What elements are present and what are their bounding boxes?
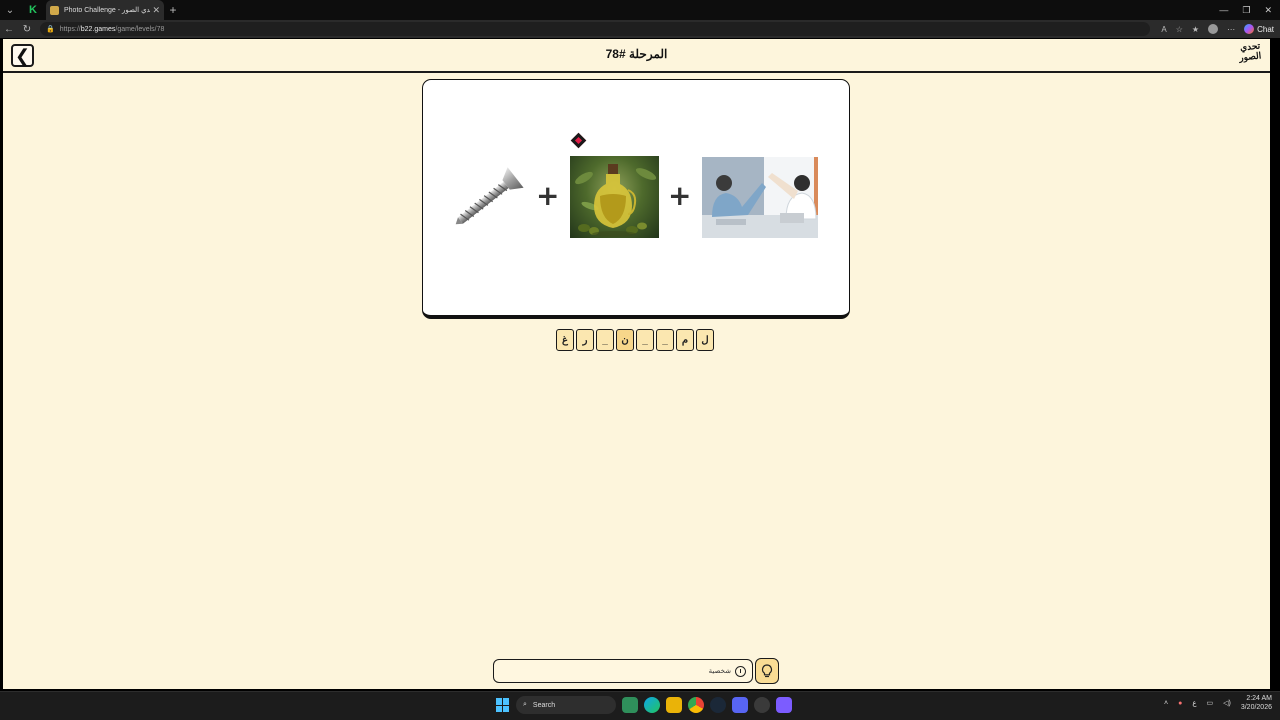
answer-tile[interactable]: _ (596, 329, 614, 351)
window-controls: — ❐ ✕ (1219, 0, 1272, 20)
network-icon[interactable]: ▭ (1207, 699, 1214, 707)
minimize-icon[interactable]: — (1219, 5, 1228, 15)
lock-icon: 🔒 (46, 26, 55, 33)
page-header: ❮ المرحلة #78 تحدي الصور (3, 39, 1270, 73)
app-icon[interactable] (776, 697, 792, 713)
url-path: /game/levels/78 (115, 25, 165, 33)
url-domain: b22.games (80, 25, 116, 33)
answer-tile[interactable]: ن (616, 329, 634, 351)
copilot-chat-button[interactable]: Chat (1244, 24, 1274, 34)
answer-tiles: ل م _ _ ن _ ر غ (556, 329, 714, 351)
plus-icon: + (536, 179, 560, 212)
favorites-icon[interactable]: ★ (1192, 25, 1199, 34)
date: 3/20/2026 (1240, 704, 1272, 711)
k-app-icon[interactable]: K (20, 0, 46, 20)
volume-icon[interactable]: ◁) (1223, 699, 1231, 707)
language-indicator[interactable]: ع (1192, 699, 1196, 707)
screw-icon (455, 167, 524, 225)
favorite-star-icon[interactable]: ☆ (1176, 25, 1183, 34)
windows-taskbar: ⌕ Search ˄ ● ع ▭ ◁) 2:24 AM 3/20/2026 (0, 691, 1280, 720)
answer-tile[interactable]: ل (696, 329, 714, 351)
copilot-icon (1244, 24, 1255, 34)
steam-icon[interactable] (710, 697, 726, 713)
teams-icon[interactable] (732, 697, 748, 713)
time: 2:24 AM (1246, 695, 1272, 702)
taskbar-apps: ⌕ Search (496, 696, 792, 714)
tab-actions-icon[interactable]: ⌄ (0, 0, 20, 20)
cursor-marker-icon (570, 132, 587, 149)
tab-title: Photo Challenge - لعبة تحدي الصور (64, 7, 151, 14)
profile-avatar[interactable] (1208, 24, 1219, 34)
answer-tile[interactable]: م (676, 329, 694, 351)
olive-oil-icon (570, 156, 659, 238)
hint-bulb-button[interactable] (755, 658, 779, 684)
widgets-icon[interactable] (622, 697, 638, 713)
file-explorer-icon[interactable] (666, 697, 682, 713)
logo-line-2: الصور (1238, 51, 1262, 64)
url-prefix: https:// (59, 25, 81, 33)
answer-tile[interactable]: غ (556, 329, 574, 351)
address-bar-row: ← ↻ 🔒 https://b22.games/game/levels/78 A… (0, 20, 1280, 38)
answer-tile[interactable]: _ (656, 329, 674, 351)
game-page: ❮ المرحلة #78 تحدي الصور + + ل م _ _ ن _… (3, 39, 1270, 689)
back-nav-icon[interactable]: ← (0, 24, 18, 35)
refresh-icon[interactable]: ↻ (18, 24, 36, 35)
edge-icon[interactable] (644, 697, 660, 713)
microphone-icon[interactable]: ● (1178, 700, 1182, 707)
more-menu-icon[interactable]: ⋯ (1227, 25, 1235, 34)
tab-favicon-icon (50, 5, 59, 15)
copilot-label: Chat (1257, 24, 1274, 34)
answer-tile[interactable]: _ (636, 329, 654, 351)
chrome-icon[interactable] (688, 697, 704, 713)
browser-tabbar: ⌄ K Photo Challenge - لعبة تحدي الصور ✕ … (0, 0, 1280, 20)
plus-icon: + (668, 179, 692, 212)
clock-app-icon[interactable] (754, 697, 770, 713)
read-aloud-icon[interactable]: A (1161, 25, 1166, 34)
office-highfive-icon (702, 157, 818, 238)
level-title: المرحلة #78 (605, 47, 668, 61)
answer-tile[interactable]: ر (576, 329, 594, 351)
hint-bar[interactable]: شخصية (493, 659, 753, 683)
puzzle-card: + + (422, 79, 850, 319)
taskbar-clock[interactable]: 2:24 AM 3/20/2026 (1241, 694, 1272, 712)
logo[interactable]: تحدي الصور (1230, 41, 1262, 68)
search-label: Search (532, 701, 556, 709)
tab-close-icon[interactable]: ✕ (152, 5, 160, 16)
taskbar-search[interactable]: ⌕ Search (516, 696, 616, 714)
address-bar-actions: A ☆ ★ ⋯ Chat (1161, 20, 1274, 38)
new-tab-button[interactable]: + (164, 3, 182, 17)
url-input[interactable]: 🔒 https://b22.games/game/levels/78 (40, 22, 1150, 36)
system-tray: ˄ ● ع ▭ ◁) 2:24 AM 3/20/2026 (1164, 694, 1272, 712)
windows-start-icon[interactable] (496, 698, 510, 712)
lightbulb-icon (761, 664, 773, 678)
clock-icon (735, 665, 746, 677)
search-icon: ⌕ (523, 701, 527, 708)
tray-chevron-icon[interactable]: ˄ (1164, 700, 1168, 707)
browser-tab[interactable]: Photo Challenge - لعبة تحدي الصور ✕ (46, 0, 164, 20)
close-window-icon[interactable]: ✕ (1264, 5, 1272, 16)
hint-text: شخصية (708, 668, 731, 675)
restore-icon[interactable]: ❐ (1242, 5, 1250, 16)
